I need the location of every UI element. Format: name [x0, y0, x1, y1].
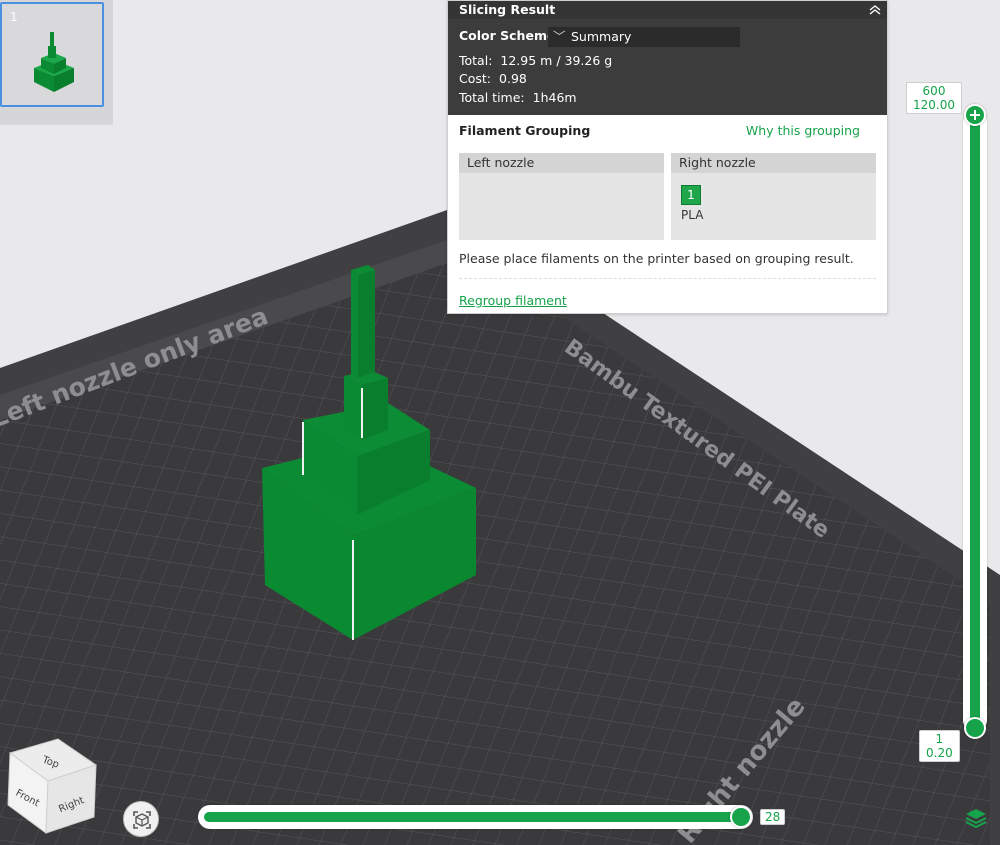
bottom-layer-number: 1	[935, 732, 944, 746]
slicing-result-panel: Slicing Result Color Scheme ﹀ Summary Tot…	[447, 0, 888, 314]
layer-slider-fill	[970, 116, 980, 726]
summary-body: Color Scheme ﹀ Summary Total: 12.95 m / 39…	[448, 19, 887, 115]
move-slider-handle[interactable]	[730, 806, 752, 828]
panel-title: Slicing Result	[459, 2, 556, 17]
plate-list: 1	[0, 0, 113, 125]
why-grouping-link[interactable]: Why this grouping	[746, 123, 860, 138]
time-label: Total time:	[459, 90, 525, 105]
bottom-layer-label: 1 0.20	[919, 730, 960, 762]
total-stat: Total: 12.95 m / 39.26 g	[459, 53, 612, 68]
layers-button[interactable]	[964, 807, 988, 829]
plus-icon	[970, 110, 980, 120]
color-scheme-value: Summary	[571, 29, 632, 44]
top-layer-number: 600	[922, 84, 946, 98]
cost-stat: Cost: 0.98	[459, 71, 527, 86]
layers-icon	[965, 809, 987, 829]
regroup-link[interactable]: Regroup filament	[459, 293, 567, 308]
right-nozzle-box: Right nozzle 1 PLA	[671, 153, 876, 240]
collapse-icon[interactable]	[867, 2, 883, 16]
left-nozzle-label: Left nozzle	[459, 153, 664, 173]
view-cube[interactable]: Top Front Right	[2, 735, 102, 835]
move-slider[interactable]	[198, 805, 753, 829]
divider	[459, 278, 876, 279]
layer-slider[interactable]	[963, 110, 987, 732]
color-scheme-label: Color Scheme	[459, 28, 556, 43]
chevron-down-icon: ﹀	[553, 29, 566, 44]
move-slider-fill	[204, 812, 744, 822]
cost-value: 0.98	[499, 71, 527, 86]
total-value: 12.95 m / 39.26 g	[500, 53, 613, 68]
left-nozzle-box: Left nozzle	[459, 153, 664, 240]
filament-chip[interactable]: 1	[681, 185, 701, 205]
layer-slider-bottom-handle[interactable]	[964, 717, 986, 739]
view-fit-icon	[133, 811, 151, 829]
layer-slider-top-handle[interactable]	[964, 104, 986, 126]
plate-preview-icon	[34, 32, 74, 92]
time-value: 1h46m	[532, 90, 577, 105]
bottom-layer-height: 0.20	[926, 746, 953, 760]
cost-label: Cost:	[459, 71, 492, 86]
color-scheme-select[interactable]: ﹀ Summary	[548, 27, 740, 47]
top-layer-height: 120.00	[913, 98, 955, 112]
time-stat: Total time: 1h46m	[459, 90, 577, 105]
move-slider-value: 28	[760, 809, 786, 825]
plate-thumbnail[interactable]: 1	[0, 2, 104, 107]
filament-grouping-title: Filament Grouping	[459, 123, 591, 138]
grouping-message: Please place filaments on the printer ba…	[459, 251, 854, 266]
view-fit-button[interactable]	[123, 801, 159, 837]
top-layer-label: 600 120.00	[906, 82, 962, 114]
filament-type: PLA	[681, 208, 704, 222]
right-nozzle-label: Right nozzle	[671, 153, 876, 173]
filament-id: 1	[687, 188, 695, 202]
total-label: Total:	[459, 53, 493, 68]
slicing-summary: Slicing Result Color Scheme ﹀ Summary Tot…	[448, 1, 887, 115]
